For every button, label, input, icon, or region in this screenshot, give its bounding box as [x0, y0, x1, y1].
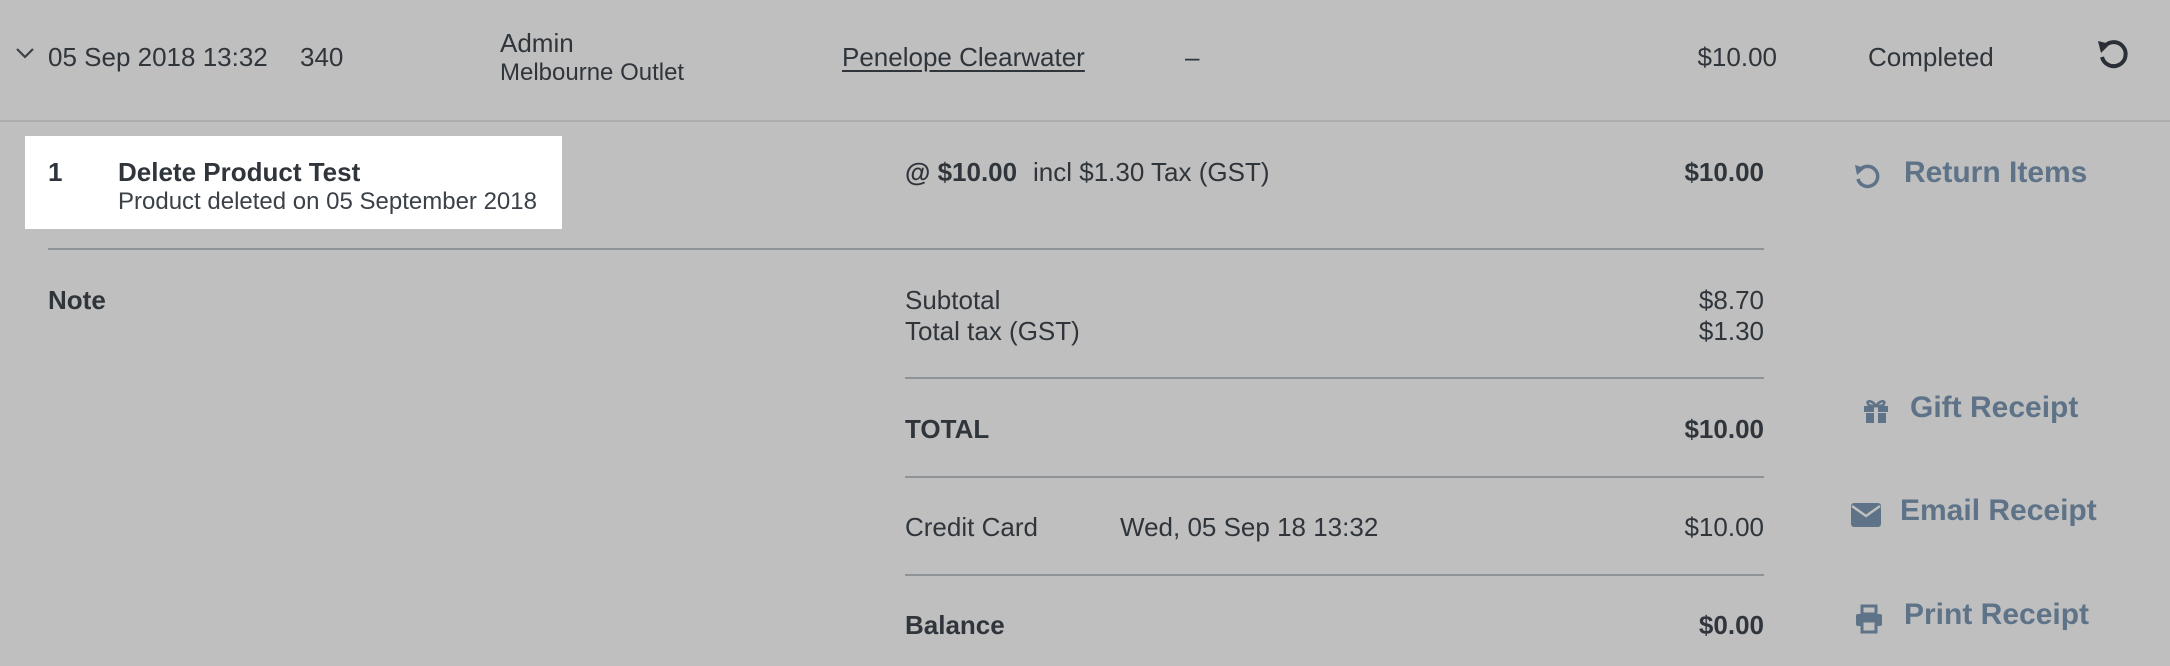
undo-icon [1852, 162, 1882, 192]
header-divider [0, 120, 2170, 122]
email-receipt-label: Email Receipt [1900, 494, 2097, 527]
item-tax-info: incl $1.30 Tax (GST) [1033, 157, 1270, 187]
balance-value: $0.00 [1698, 610, 1764, 640]
printer-icon [1854, 604, 1884, 634]
sale-total: $10.00 [1697, 42, 1777, 72]
payment-method: Credit Card [905, 512, 1038, 542]
payment-date: Wed, 05 Sep 18 13:32 [1120, 512, 1379, 542]
subtotal-label: Subtotal [905, 285, 1001, 315]
undo-sale-button[interactable] [2096, 38, 2130, 72]
subtotal-value: $8.70 [1698, 285, 1764, 315]
sale-user: Admin [500, 28, 574, 58]
item-name: Delete Product Test [118, 157, 361, 187]
sale-note-dash: – [1185, 42, 1200, 72]
receipt-number: 340 [300, 42, 344, 72]
gift-receipt-label: Gift Receipt [1910, 391, 2079, 424]
total-divider [905, 476, 1764, 478]
subtotal-divider [905, 377, 1764, 379]
payment-amount: $10.00 [1684, 512, 1764, 542]
items-divider [48, 248, 1764, 250]
return-items-label: Return Items [1904, 156, 2088, 189]
gift-icon [1862, 398, 1890, 424]
chevron-down-icon [16, 48, 34, 59]
tax-label: Total tax (GST) [905, 316, 1080, 346]
item-line-total: $10.00 [1684, 157, 1764, 187]
customer-link[interactable]: Penelope Clearwater [842, 42, 1085, 73]
total-value: $10.00 [1684, 414, 1764, 444]
sale-row-expand-toggle[interactable] [14, 46, 36, 66]
payment-divider [905, 574, 1764, 576]
sale-status: Completed [1868, 42, 1994, 72]
undo-icon [2098, 40, 2128, 69]
tax-value: $1.30 [1698, 316, 1764, 346]
balance-label: Balance [905, 610, 1005, 640]
item-unit-price: @ $10.00 [905, 157, 1018, 187]
item-note: Product deleted on 05 September 2018 [118, 188, 537, 215]
envelope-icon [1850, 502, 1882, 528]
item-quantity: 1 [48, 157, 63, 187]
sale-datetime: 05 Sep 2018 13:32 [48, 42, 268, 72]
sale-outlet: Melbourne Outlet [500, 59, 685, 86]
print-receipt-label: Print Receipt [1904, 598, 2090, 631]
total-label: TOTAL [905, 414, 990, 444]
note-label: Note [48, 285, 106, 315]
